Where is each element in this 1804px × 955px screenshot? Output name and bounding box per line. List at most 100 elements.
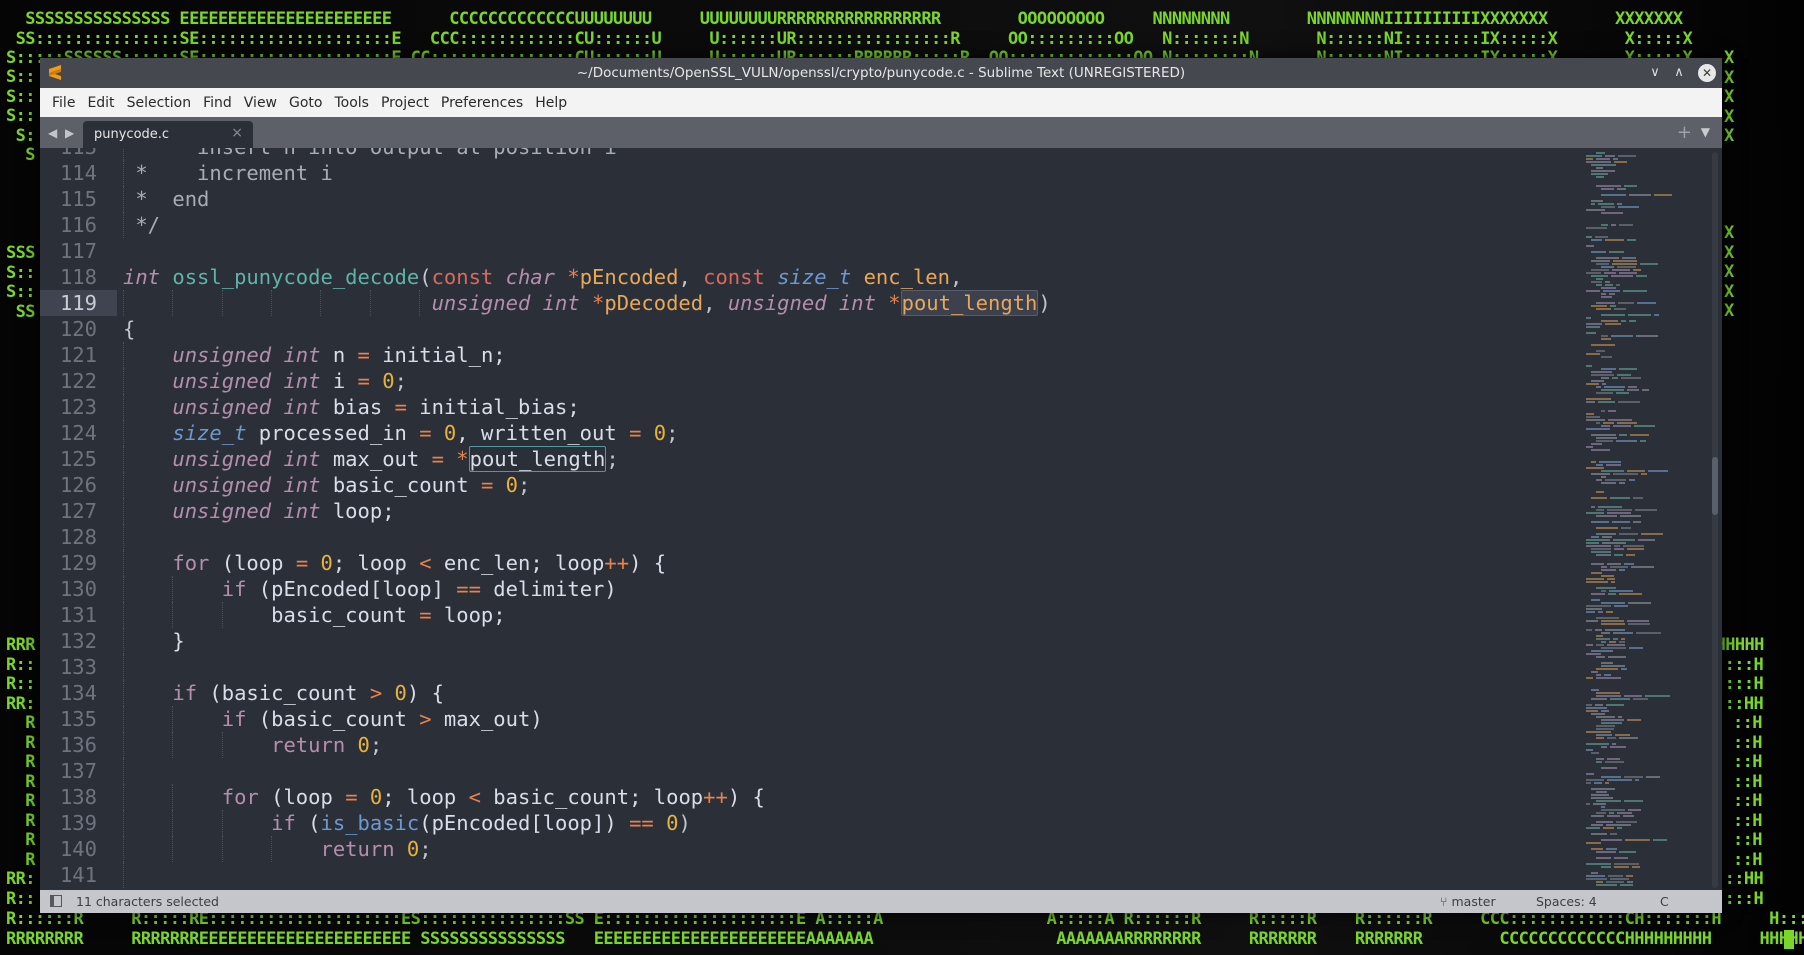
menu-preferences[interactable]: Preferences	[435, 95, 529, 111]
code-line[interactable]: 135 if (basic_count > max_out)	[40, 706, 1580, 732]
minimize-button[interactable]: ∨	[1646, 64, 1664, 82]
menu-goto[interactable]: Goto	[283, 95, 328, 111]
code-line[interactable]: 141	[40, 862, 1580, 888]
tab-list-dropdown-icon[interactable]: ▼	[1701, 125, 1710, 139]
line-number: 134	[59, 681, 97, 705]
code-line[interactable]: 139 if (is_basic(pEncoded[loop]) == 0)	[40, 810, 1580, 836]
maximize-button[interactable]: ∧	[1670, 64, 1688, 82]
code-line[interactable]: 140 return 0;	[40, 836, 1580, 862]
menu-find[interactable]: Find	[197, 95, 238, 111]
minimap-line	[1610, 497, 1630, 499]
code-line[interactable]: 138 for (loop = 0; loop < basic_count; l…	[40, 784, 1580, 810]
minimap-line	[1621, 320, 1626, 322]
minimap-line	[1586, 317, 1591, 319]
code-token: size_t	[172, 421, 247, 445]
menu-selection[interactable]: Selection	[121, 95, 198, 111]
code-token: {	[123, 317, 136, 341]
code-editor[interactable]: 113 * insert n into output at position i…	[40, 148, 1722, 890]
minimap-line	[1586, 227, 1607, 229]
menu-tools[interactable]: Tools	[328, 95, 375, 111]
git-branch[interactable]: ⑂ master	[1440, 894, 1496, 909]
minimap-line	[1616, 440, 1637, 442]
minimap-line	[1591, 344, 1615, 346]
code-line[interactable]: 114 * increment i	[40, 160, 1580, 186]
code-line[interactable]: 116 */	[40, 212, 1580, 238]
code-line[interactable]: 133	[40, 654, 1580, 680]
code-line[interactable]: 127 unsigned int loop;	[40, 498, 1580, 524]
menu-view[interactable]: View	[238, 95, 283, 111]
code-line[interactable]: 130 if (pEncoded[loop] == delimiter)	[40, 576, 1580, 602]
code-line[interactable]: 126 unsigned int basic_count = 0;	[40, 472, 1580, 498]
code-line[interactable]: 123 unsigned int bias = initial_bias;	[40, 394, 1580, 420]
syntax-selector[interactable]: C	[1660, 894, 1669, 909]
minimap-line	[1586, 731, 1611, 733]
code-line[interactable]: 125 unsigned int max_out = *pout_length;	[40, 446, 1580, 472]
minimap-line	[1595, 704, 1603, 706]
vertical-scrollbar[interactable]	[1712, 152, 1718, 888]
line-source: unsigned int max_out = *pout_length;	[123, 446, 619, 472]
code-line[interactable]: 136 return 0;	[40, 732, 1580, 758]
code-line[interactable]: 129 for (loop = 0; loop < enc_len; loop+…	[40, 550, 1580, 576]
tab-nav-arrows-icon[interactable]: ◀ ▶	[48, 126, 76, 140]
banner-text-line: R	[6, 849, 35, 870]
code-line[interactable]: 128	[40, 524, 1580, 550]
minimap-line	[1586, 578, 1604, 580]
code-line[interactable]: 120 {	[40, 316, 1580, 342]
code-line[interactable]: 118 int ossl_punycode_decode(const char *…	[40, 264, 1580, 290]
code-line[interactable]: 122 unsigned int i = 0;	[40, 368, 1580, 394]
code-line[interactable]: 134 if (basic_count > 0) {	[40, 680, 1580, 706]
menu-file[interactable]: File	[46, 95, 81, 111]
menu-edit[interactable]: Edit	[81, 95, 120, 111]
banner-text-line: SSSSSSSSSSSSSSS EEEEEEEEEEEEEEEEEEEEEE C…	[6, 9, 1683, 29]
code-token: *	[888, 291, 901, 315]
code-line[interactable]: 115 * end	[40, 186, 1580, 212]
minimap-line	[1601, 665, 1625, 667]
line-number: 139	[59, 811, 97, 835]
menu-project[interactable]: Project	[375, 95, 435, 111]
code-lines[interactable]: 113 * insert n into output at position i…	[40, 148, 1580, 888]
tab-punycode-c[interactable]: punycode.c ×	[83, 121, 253, 148]
minimap-line	[1601, 410, 1605, 412]
minimap-line	[1607, 512, 1631, 514]
code-line[interactable]: 131 basic_count = loop;	[40, 602, 1580, 628]
scrollbar-thumb[interactable]	[1712, 457, 1718, 516]
code-line[interactable]: 113 * insert n into output at position i	[40, 148, 1580, 160]
code-token: pEncoded	[579, 265, 679, 289]
minimap[interactable]	[1580, 148, 1700, 890]
panel-toggle-icon[interactable]	[50, 895, 62, 907]
code-token: 0	[653, 421, 667, 445]
minimap-line	[1606, 704, 1624, 706]
title-bar[interactable]: ~/Documents/OpenSSL_VULN/openssl/crypto/…	[40, 58, 1722, 88]
minimap-line	[1626, 554, 1635, 556]
minimap-line	[1586, 467, 1604, 469]
code-line[interactable]: 124 size_t processed_in = 0, written_out…	[40, 420, 1580, 446]
code-line[interactable]: 132 }	[40, 628, 1580, 654]
code-line[interactable]: 121 unsigned int n = initial_n;	[40, 342, 1580, 368]
code-line[interactable]: 119 unsigned int *pDecoded, unsigned int…	[40, 290, 1580, 316]
minimap-line	[1612, 521, 1630, 523]
minimap-line	[1586, 605, 1611, 607]
code-line[interactable]: 117	[40, 238, 1580, 264]
minimap-line	[1612, 263, 1637, 265]
minimap-line	[1614, 548, 1624, 550]
code-token: * end	[123, 187, 210, 211]
tab-close-icon[interactable]: ×	[231, 125, 243, 141]
indentation-setting[interactable]: Spaces: 4	[1536, 894, 1597, 909]
minimap-line	[1591, 794, 1609, 796]
menu-help[interactable]: Help	[529, 95, 573, 111]
new-tab-icon[interactable]: +	[1677, 122, 1692, 143]
minimap-line	[1586, 629, 1592, 631]
minimap-line	[1586, 383, 1599, 385]
code-token: )	[1038, 291, 1051, 315]
minimap-line	[1601, 296, 1612, 298]
close-button[interactable]: ✕	[1698, 64, 1716, 82]
banner-text-line: R::	[6, 888, 36, 909]
minimap-line	[1586, 875, 1605, 877]
code-line[interactable]: 137	[40, 758, 1580, 784]
